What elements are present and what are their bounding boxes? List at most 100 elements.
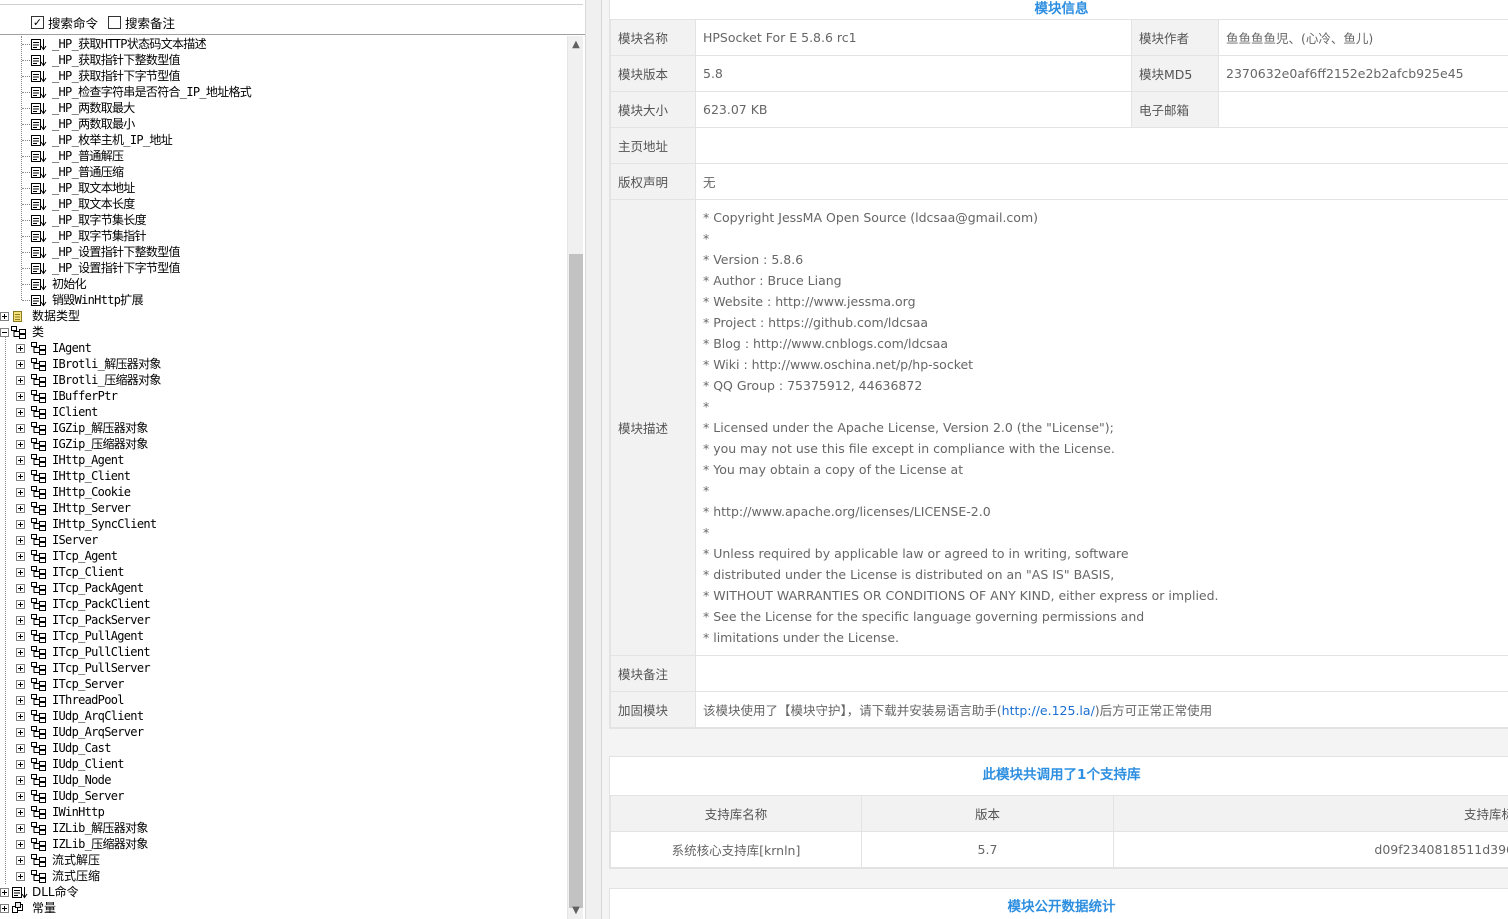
tree-item-class[interactable]: IBrotli_压缩器对象 bbox=[0, 372, 567, 388]
tree-item-class[interactable]: 流式解压 bbox=[0, 852, 567, 868]
tree-item-command[interactable]: _HP_枚举主机_IP_地址 bbox=[0, 132, 567, 148]
expand-icon[interactable] bbox=[16, 568, 25, 577]
checkbox-icon[interactable] bbox=[108, 16, 121, 29]
tree-item-command[interactable]: _HP_取文本长度 bbox=[0, 196, 567, 212]
search-commands-checkbox[interactable]: ✓ 搜索命令 bbox=[31, 13, 98, 32]
tree-item-datatypes[interactable]: 数据类型 bbox=[0, 308, 567, 324]
expand-icon[interactable] bbox=[0, 904, 9, 913]
expand-icon[interactable] bbox=[16, 744, 25, 753]
expand-icon[interactable] bbox=[16, 456, 25, 465]
tree-item-command[interactable]: _HP_普通压缩 bbox=[0, 164, 567, 180]
expand-icon[interactable] bbox=[16, 552, 25, 561]
tree-item-classes[interactable]: 类 bbox=[0, 324, 567, 340]
tree-item-class[interactable]: IAgent bbox=[0, 340, 567, 356]
tree-item-class[interactable]: IHttp_Client bbox=[0, 468, 567, 484]
expand-icon[interactable] bbox=[16, 856, 25, 865]
tree-item-command[interactable]: 销毁WinHttp扩展 bbox=[0, 292, 567, 308]
tree-item-class[interactable]: ITcp_PullAgent bbox=[0, 628, 567, 644]
tree-scrollbar[interactable]: ▲ ▼ bbox=[567, 36, 583, 919]
expand-icon[interactable] bbox=[0, 888, 9, 897]
expand-icon[interactable] bbox=[16, 648, 25, 657]
tree-item-class[interactable]: ITcp_Client bbox=[0, 564, 567, 580]
tree-item-command[interactable]: _HP_取字节集长度 bbox=[0, 212, 567, 228]
tree-item-class[interactable]: ITcp_Agent bbox=[0, 548, 567, 564]
expand-icon[interactable] bbox=[16, 632, 25, 641]
tree-item-class[interactable]: IUdp_Server bbox=[0, 788, 567, 804]
tree-item-constants[interactable]: 常量 bbox=[0, 900, 567, 916]
tree-item-class[interactable]: IHttp_Cookie bbox=[0, 484, 567, 500]
checkbox-icon[interactable]: ✓ bbox=[31, 16, 44, 29]
tree-item-command[interactable]: _HP_设置指针下整数型值 bbox=[0, 244, 567, 260]
tree-item-class[interactable]: IZLib_压缩器对象 bbox=[0, 836, 567, 852]
tree-item-class[interactable]: ITcp_PackAgent bbox=[0, 580, 567, 596]
tree-item-class[interactable]: ITcp_PullClient bbox=[0, 644, 567, 660]
tree-item-class[interactable]: IHttp_Agent bbox=[0, 452, 567, 468]
expand-icon[interactable] bbox=[16, 792, 25, 801]
scroll-up-icon[interactable]: ▲ bbox=[571, 40, 581, 50]
expand-icon[interactable] bbox=[16, 360, 25, 369]
tree-item-class[interactable]: IHttp_SyncClient bbox=[0, 516, 567, 532]
tree-item-class[interactable]: IGZip_压缩器对象 bbox=[0, 436, 567, 452]
expand-icon[interactable] bbox=[16, 424, 25, 433]
tree-item-command[interactable]: _HP_取字节集指针 bbox=[0, 228, 567, 244]
expand-icon[interactable] bbox=[16, 760, 25, 769]
tree-item-class[interactable]: IServer bbox=[0, 532, 567, 548]
expand-icon[interactable] bbox=[16, 344, 25, 353]
expand-icon[interactable] bbox=[16, 600, 25, 609]
expand-icon[interactable] bbox=[16, 872, 25, 881]
expand-icon[interactable] bbox=[16, 376, 25, 385]
tree-item-command[interactable]: 初始化 bbox=[0, 276, 567, 292]
tree-item-command[interactable]: _HP_设置指针下字节型值 bbox=[0, 260, 567, 276]
tree-item-class[interactable]: 流式压缩 bbox=[0, 868, 567, 884]
tree-item-class[interactable]: ITcp_PackClient bbox=[0, 596, 567, 612]
expand-icon[interactable] bbox=[0, 312, 9, 321]
tree-item-class[interactable]: IUdp_Client bbox=[0, 756, 567, 772]
tree-item-command[interactable]: _HP_两数取最小 bbox=[0, 116, 567, 132]
pane-splitter[interactable] bbox=[585, 0, 602, 919]
tree-item-class[interactable]: IBrotli_解压器对象 bbox=[0, 356, 567, 372]
tree-item-class[interactable]: IGZip_解压器对象 bbox=[0, 420, 567, 436]
tree-item-class[interactable]: IZLib_解压器对象 bbox=[0, 820, 567, 836]
expand-icon[interactable] bbox=[16, 824, 25, 833]
tree-item-command[interactable]: _HP_两数取最大 bbox=[0, 100, 567, 116]
expand-icon[interactable] bbox=[16, 776, 25, 785]
tree-item-class[interactable]: IUdp_Node bbox=[0, 772, 567, 788]
expand-icon[interactable] bbox=[16, 728, 25, 737]
tree-item-class[interactable]: IClient bbox=[0, 404, 567, 420]
scroll-down-icon[interactable]: ▼ bbox=[571, 906, 581, 916]
expand-icon[interactable] bbox=[16, 664, 25, 673]
tree-item-command[interactable]: _HP_取文本地址 bbox=[0, 180, 567, 196]
tree-item-class[interactable]: ITcp_Server bbox=[0, 676, 567, 692]
tree-item-class[interactable]: IBufferPtr bbox=[0, 388, 567, 404]
expand-icon[interactable] bbox=[16, 408, 25, 417]
tree-item-command[interactable]: _HP_检查字符串是否符合_IP_地址格式 bbox=[0, 84, 567, 100]
tree-item-command[interactable]: _HP_获取HTTP状态码文本描述 bbox=[0, 36, 567, 52]
expand-icon[interactable] bbox=[16, 808, 25, 817]
tree-item-command[interactable]: _HP_普通解压 bbox=[0, 148, 567, 164]
expand-icon[interactable] bbox=[16, 840, 25, 849]
expand-icon[interactable] bbox=[16, 616, 25, 625]
search-remarks-checkbox[interactable]: 搜索备注 bbox=[108, 13, 175, 32]
tree-item-class[interactable]: IUdp_Cast bbox=[0, 740, 567, 756]
tree-item-class[interactable]: IThreadPool bbox=[0, 692, 567, 708]
expand-icon[interactable] bbox=[16, 392, 25, 401]
tree-item-class[interactable]: ITcp_PackServer bbox=[0, 612, 567, 628]
expand-icon[interactable] bbox=[16, 696, 25, 705]
expand-icon[interactable] bbox=[16, 712, 25, 721]
helper-download-link[interactable]: http://e.125.la/ bbox=[1002, 703, 1095, 718]
tree-item-class[interactable]: IUdp_ArqServer bbox=[0, 724, 567, 740]
expand-icon[interactable] bbox=[16, 504, 25, 513]
tree-item-class[interactable]: IWinHttp bbox=[0, 804, 567, 820]
expand-icon[interactable] bbox=[16, 584, 25, 593]
expand-icon[interactable] bbox=[16, 488, 25, 497]
module-tree[interactable]: _HP_获取HTTP状态码文本描述 _HP_获取指针下整数型值 _HP_获取指针下字… bbox=[0, 36, 567, 919]
expand-icon[interactable] bbox=[16, 440, 25, 449]
tree-item-class[interactable]: ITcp_PullServer bbox=[0, 660, 567, 676]
expand-icon[interactable] bbox=[16, 536, 25, 545]
tree-item-dll-commands[interactable]: DLL命令 bbox=[0, 884, 567, 900]
tree-item-class[interactable]: IHttp_Server bbox=[0, 500, 567, 516]
expand-icon[interactable] bbox=[16, 520, 25, 529]
scrollbar-thumb[interactable] bbox=[569, 254, 583, 908]
expand-icon[interactable] bbox=[16, 680, 25, 689]
tree-item-command[interactable]: _HP_获取指针下字节型值 bbox=[0, 68, 567, 84]
